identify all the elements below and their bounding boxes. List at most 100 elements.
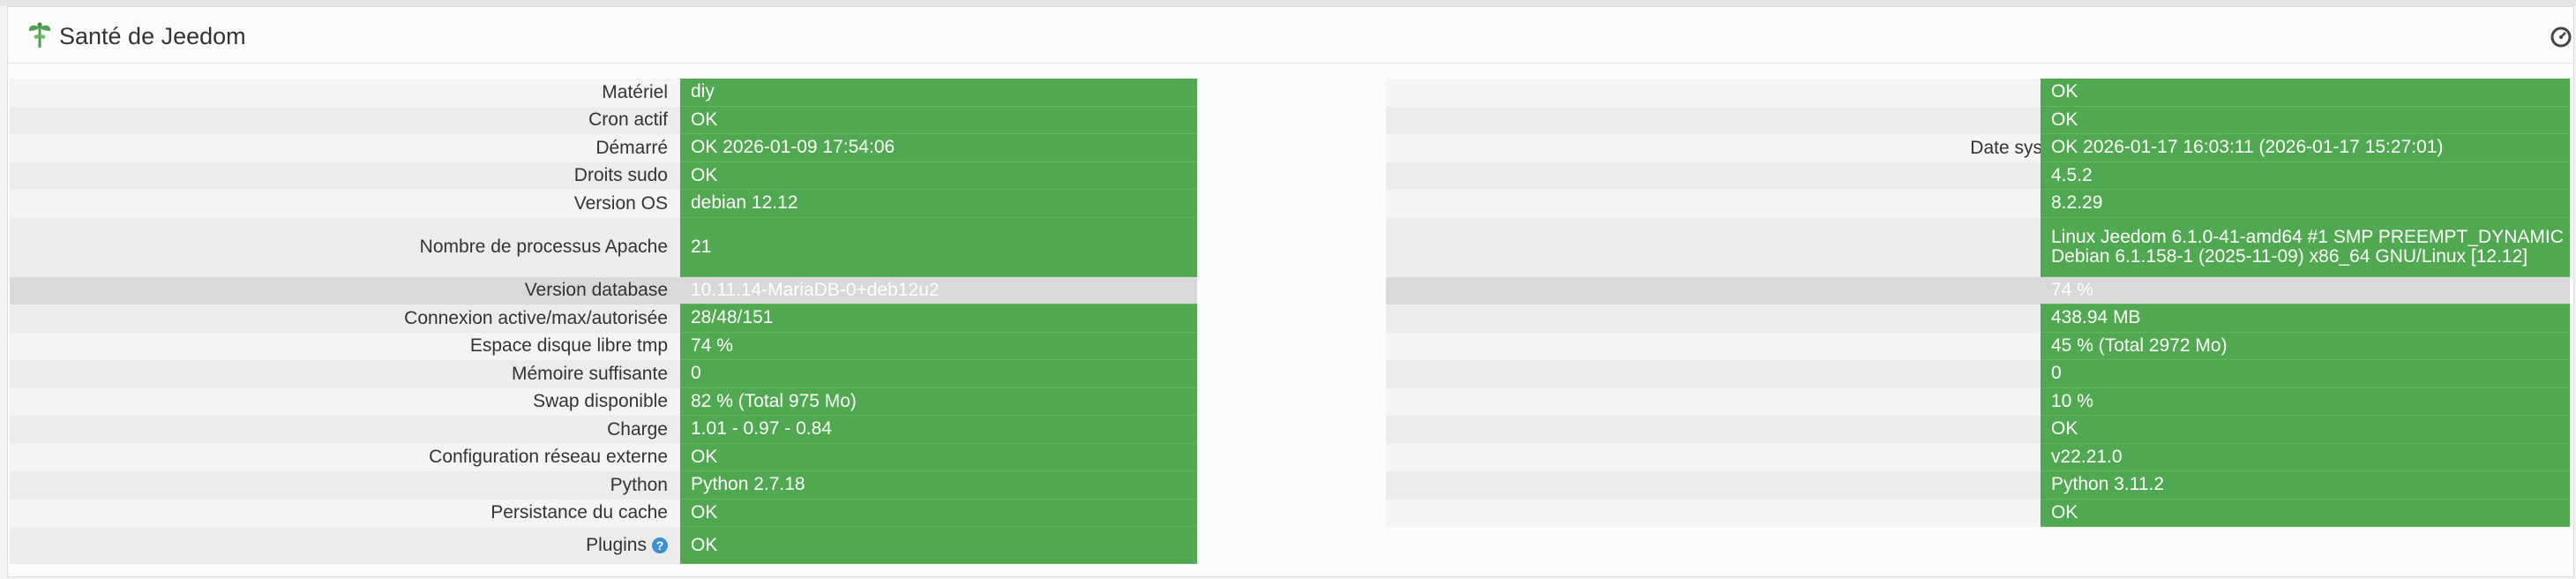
health-value: OK xyxy=(680,162,1197,190)
health-value: Linux Jeedom 6.1.0-41-amd64 #1 SMP PREEM… xyxy=(2041,217,2570,277)
health-grid: Matériel diy Cron actif OK Démarré OK 2026-01… xyxy=(10,79,2570,564)
health-row: Charge 1.01 - 0.97 - 0.84 xyxy=(10,416,1197,444)
page-title: Santé de Jeedom xyxy=(59,23,246,49)
health-label: Plugins? xyxy=(10,527,680,564)
health-row: Espace disque libre tmp 74 % xyxy=(10,332,1197,360)
health-row: Erreur I/O0 xyxy=(1386,360,2570,388)
right-column: Système à jourOKScénario actifOKDate sys… xyxy=(1386,79,2570,564)
health-row: Taille base de données438.94 MB xyxy=(1386,305,2570,333)
health-label: Swap disponible xyxy=(10,387,680,416)
health-label: Python xyxy=(10,471,680,500)
health-value: OK xyxy=(2041,79,2570,107)
health-value: 0 xyxy=(680,360,1197,388)
health-label-text: Nombre de processus Apache xyxy=(419,237,668,257)
health-row: Python 3Python 3.11.2 xyxy=(1386,471,2570,500)
health-value: OK xyxy=(680,443,1197,471)
health-row: Swap disponible 82 % (Total 975 Mo) xyxy=(10,387,1197,416)
health-row: Persistance du cache OK xyxy=(10,499,1197,527)
health-row: Configuration réseau externe OK xyxy=(10,443,1197,471)
health-label-text: Configuration réseau externe xyxy=(429,447,668,468)
health-label-text: Matériel xyxy=(602,81,668,102)
health-label-text: Espace disque libre tmp xyxy=(469,335,668,357)
health-value: 21 xyxy=(680,217,1197,277)
health-row: Version OS debian 12.12 xyxy=(10,190,1197,218)
health-row: Matériel diy xyxy=(10,79,1197,107)
health-value: OK xyxy=(680,499,1197,527)
health-value: 10.11.14-MariaDB-0+deb12u2 xyxy=(680,276,1197,305)
top-bar xyxy=(0,0,2576,6)
health-value: 74 % xyxy=(680,332,1197,360)
health-row: Version OSLinux Jeedom 6.1.0-41-amd64 #1… xyxy=(1386,217,2570,277)
health-label: Version OS xyxy=(10,190,680,218)
health-row: Version database 10.11.14-MariaDB-0+deb12… xyxy=(10,276,1197,305)
help-icon[interactable]: ? xyxy=(652,538,668,553)
health-label-text: Plugins xyxy=(586,535,647,555)
health-row: Swappiness10 % xyxy=(1386,387,2570,416)
health-value: OK 2026-01-09 17:54:06 xyxy=(680,134,1197,162)
health-row: Nombre de processus Apache 21 xyxy=(10,217,1197,277)
health-row: Mémoire disponible45 % (Total 2972 Mo) xyxy=(1386,332,2570,360)
health-label-text: Droits sudo xyxy=(573,165,668,186)
health-label-text: Swap disponible xyxy=(533,391,668,412)
health-panel: Santé de Jeedom Matériel diy Cron actif OK D… xyxy=(7,6,2574,577)
health-value: 438.94 MB xyxy=(2041,305,2570,333)
health-label-text: Cron actif xyxy=(588,109,668,131)
health-label: Persistance du cache xyxy=(10,499,680,527)
health-label: Droits sudo xyxy=(10,162,680,190)
health-value: 74 % xyxy=(2041,276,2570,305)
health-value: 4.5.2 xyxy=(2041,162,2570,190)
health-value: diy xyxy=(680,79,1197,107)
health-row: Démarré OK 2026-01-09 17:54:06 xyxy=(10,134,1197,162)
jeedom-logo-icon xyxy=(28,22,51,48)
health-value: v22.21.0 xyxy=(2041,443,2570,471)
health-label-text: Python xyxy=(610,474,668,495)
dashboard-gauge-icon[interactable] xyxy=(2550,26,2572,48)
health-label-text: Persistance du cache xyxy=(490,502,668,523)
health-label-text: Connexion active/max/autorisée xyxy=(404,307,668,328)
health-row: Configuration réseau interneOK xyxy=(1386,416,2570,444)
health-label: Démarré xyxy=(10,134,680,162)
health-value: 45 % (Total 2972 Mo) xyxy=(2041,332,2570,360)
health-value: OK xyxy=(2041,416,2570,444)
health-row: Apache private tmpOK xyxy=(1386,499,2570,527)
health-value: Python 3.11.2 xyxy=(2041,471,2570,500)
health-row: Droits sudo OK xyxy=(10,162,1197,190)
health-row: Mémoire suffisante 0 xyxy=(10,360,1197,388)
health-value: OK xyxy=(680,527,1197,564)
health-value: 28/48/151 xyxy=(680,305,1197,333)
health-value: debian 12.12 xyxy=(680,190,1197,218)
health-label: Connexion active/max/autorisée xyxy=(10,305,680,333)
health-value: Python 2.7.18 xyxy=(680,471,1197,500)
health-row: Scénario actifOK xyxy=(1386,106,2570,134)
health-value: 1.01 - 0.97 - 0.84 xyxy=(680,416,1197,444)
health-label: Version database xyxy=(10,276,680,305)
left-column: Matériel diy Cron actif OK Démarré OK 2026-01… xyxy=(10,79,1197,564)
health-row: Version Jeedom4.5.2 xyxy=(1386,162,2570,190)
health-label: Charge xyxy=(10,416,680,444)
health-row: Date système (dernière heure enregistrée… xyxy=(1386,134,2570,162)
health-label-text: Version database xyxy=(524,280,668,301)
health-row: Système à jourOK xyxy=(1386,79,2570,107)
health-label-text: Charge xyxy=(607,418,668,440)
health-row: Cron actif OK xyxy=(10,106,1197,134)
health-label: Espace disque libre tmp xyxy=(10,332,680,360)
health-label: Matériel xyxy=(10,79,680,107)
health-label-text: Mémoire suffisante xyxy=(511,363,668,384)
health-label: Configuration réseau externe xyxy=(10,443,680,471)
health-label: Mémoire suffisante xyxy=(10,360,680,388)
health-value: 10 % xyxy=(2041,387,2570,416)
health-row: Connexion active/max/autorisée 28/48/151 xyxy=(10,305,1197,333)
panel-header: Santé de Jeedom xyxy=(8,7,2573,64)
health-row: Espace disque libre74 % xyxy=(1386,276,2570,305)
health-label: Nombre de processus Apache xyxy=(10,217,680,277)
health-label-text: Démarré xyxy=(595,137,668,158)
health-value: OK xyxy=(680,106,1197,134)
health-value: OK 2026-01-17 16:03:11 (2026-01-17 15:27… xyxy=(2041,134,2570,162)
health-row: Nodev22.21.0 xyxy=(1386,443,2570,471)
health-row: Plugins? OK xyxy=(10,527,1197,564)
health-row: Python Python 2.7.18 xyxy=(10,471,1197,500)
health-value: 0 xyxy=(2041,360,2570,388)
health-label: Cron actif xyxy=(10,106,680,134)
health-value: OK xyxy=(2041,106,2570,134)
health-label-text: Version OS xyxy=(573,192,668,214)
